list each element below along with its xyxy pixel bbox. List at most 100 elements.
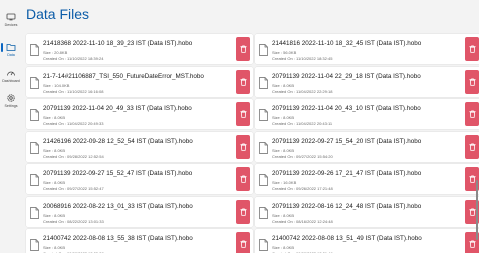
file-name: 21441816 2022-11-10 18_32_45 IST (Data I… bbox=[272, 40, 422, 47]
file-name: 20791139 2022-08-16 12_24_48 IST (Data I… bbox=[272, 202, 422, 210]
file-created-date: Created On : 09/27/2022 15:54:20 bbox=[272, 153, 333, 159]
file-card[interactable]: 21441816 2022-11-10 18_32_45 IST (Data I… bbox=[255, 34, 479, 64]
file-name: 20791139 2022-09-27 15_54_20 IST (Data I… bbox=[272, 137, 422, 145]
trash-icon bbox=[240, 175, 247, 183]
trash-icon bbox=[240, 142, 247, 151]
file-size: Size : 8.0KB bbox=[272, 245, 295, 250]
delete-button[interactable] bbox=[465, 134, 479, 159]
file-size: Size : 56.0KB bbox=[272, 50, 297, 55]
file-size: Size : 20.8KB bbox=[43, 50, 68, 55]
file-created-date: Created On : 09/28/2022 12:52:54 bbox=[43, 153, 104, 159]
file-card[interactable]: 21418368 2022-11-10 18_39_23 IST (Data I… bbox=[26, 34, 253, 64]
file-size: Size : 8.0KB bbox=[43, 245, 66, 250]
file-icon bbox=[30, 173, 39, 186]
file-name: 20068916 2022-08-22 13_01_33 IST (Data I… bbox=[43, 202, 193, 210]
file-name: 21400742 2022-08-08 13_55_38 IST (Data I… bbox=[43, 235, 193, 242]
file-created-date: Created On : 11/04/2022 22:29:18 bbox=[272, 88, 333, 94]
file-icon bbox=[259, 141, 268, 154]
gear-icon bbox=[7, 94, 15, 102]
file-icon bbox=[30, 76, 39, 89]
nav-label-settings: Settings bbox=[4, 104, 18, 108]
file-name: 21418368 2022-11-10 18_39_23 IST (Data I… bbox=[43, 40, 193, 47]
file-card[interactable]: 21-7-14#21106887_TSI_550_FutureDateError… bbox=[26, 66, 253, 97]
delete-button[interactable] bbox=[236, 167, 250, 191]
file-size: Size : 8.0KB bbox=[43, 147, 66, 153]
file-card[interactable]: 20791139 2022-11-04 22_29_18 IST (Data I… bbox=[255, 66, 479, 97]
file-created-date: Created On : 11/10/2022 18:32:45 bbox=[272, 56, 333, 61]
nav-item-data[interactable]: Data bbox=[0, 40, 22, 62]
trash-icon bbox=[469, 77, 476, 86]
file-created-date: Created On : 09/27/2022 15:52:47 bbox=[43, 186, 104, 191]
nav-item-devices[interactable]: Devices bbox=[0, 10, 22, 32]
delete-button[interactable] bbox=[465, 37, 479, 61]
trash-icon bbox=[240, 45, 247, 53]
delete-button[interactable] bbox=[465, 102, 479, 126]
nav-label-devices: Devices bbox=[4, 23, 18, 27]
delete-button[interactable] bbox=[465, 69, 479, 94]
file-created-date: Created On : 11/10/2022 16:16:08 bbox=[43, 88, 104, 94]
file-name: 21-7-14#21106887_TSI_550_FutureDateError… bbox=[43, 72, 204, 80]
delete-button[interactable] bbox=[236, 102, 250, 126]
file-name: 21426196 2022-09-28 12_52_54 IST (Data I… bbox=[43, 137, 193, 145]
file-size: Size : 104.0KB bbox=[43, 82, 70, 88]
file-icon bbox=[259, 76, 268, 89]
file-icon bbox=[30, 238, 39, 251]
trash-icon bbox=[469, 142, 476, 151]
nav-label-dashboard: Dashboard bbox=[2, 79, 20, 83]
file-card[interactable]: 20791139 2022-11-04 20_43_10 IST (Data I… bbox=[255, 99, 479, 129]
file-card[interactable]: 20791139 2022-08-16 12_24_48 IST (Data I… bbox=[255, 196, 479, 227]
file-icon bbox=[30, 141, 39, 154]
file-name: 20791139 2022-09-26 17_21_47 IST (Data I… bbox=[272, 170, 422, 177]
file-icon bbox=[259, 173, 268, 186]
scrollbar[interactable] bbox=[476, 180, 478, 240]
file-size: Size : 8.0KB bbox=[272, 147, 295, 153]
page-title: Data Files bbox=[26, 6, 90, 22]
file-card[interactable]: 21400742 2022-08-08 13_55_38 IST (Data I… bbox=[26, 229, 253, 253]
delete-button[interactable] bbox=[236, 232, 250, 253]
file-name: 20791139 2022-11-04 22_29_18 IST (Data I… bbox=[272, 72, 421, 80]
file-size: Size : 8.0KB bbox=[272, 212, 295, 218]
file-card[interactable]: 20791139 2022-11-04 20_49_33 IST (Data I… bbox=[26, 99, 253, 129]
trash-icon bbox=[469, 207, 476, 216]
navigation-rail: Devices Data Dashboard Settings bbox=[0, 0, 22, 253]
delete-button[interactable] bbox=[236, 199, 250, 224]
file-icon bbox=[259, 43, 268, 56]
devices-icon bbox=[6, 13, 16, 21]
file-size: Size : 8.0KB bbox=[43, 180, 66, 185]
file-icon bbox=[259, 238, 268, 251]
file-icon bbox=[30, 43, 39, 56]
file-card[interactable]: 21400742 2022-08-08 13_51_49 IST (Data I… bbox=[255, 229, 479, 253]
trash-icon bbox=[469, 110, 476, 118]
file-size: Size : 8.0KB bbox=[272, 115, 295, 120]
nav-item-dashboard[interactable]: Dashboard bbox=[0, 66, 22, 88]
nav-label-data: Data bbox=[7, 53, 15, 57]
delete-button[interactable] bbox=[236, 69, 250, 94]
file-icon bbox=[30, 108, 39, 121]
file-name: 20791139 2022-09-27 15_52_47 IST (Data I… bbox=[43, 170, 193, 177]
file-card[interactable]: 21426196 2022-09-28 12_52_54 IST (Data I… bbox=[26, 131, 253, 162]
file-name: 21400742 2022-08-08 13_51_49 IST (Data I… bbox=[272, 235, 422, 242]
file-icon bbox=[30, 206, 39, 219]
file-size: Size : 8.0KB bbox=[43, 212, 66, 218]
file-name: 20791139 2022-11-04 20_49_33 IST (Data I… bbox=[43, 105, 192, 112]
delete-button[interactable] bbox=[236, 134, 250, 159]
file-created-date: Created On : 08/22/2022 13:01:33 bbox=[43, 218, 104, 224]
app-window: Devices Data Dashboard Settings Data Fil… bbox=[0, 0, 479, 253]
file-icon bbox=[259, 206, 268, 219]
file-card[interactable]: 20068916 2022-08-22 13_01_33 IST (Data I… bbox=[26, 196, 253, 227]
file-card[interactable]: 20791139 2022-09-27 15_52_47 IST (Data I… bbox=[26, 164, 253, 194]
trash-icon bbox=[240, 77, 247, 86]
file-created-date: Created On : 09/26/2022 17:21:48 bbox=[272, 186, 333, 191]
file-size: Size : 8.0KB bbox=[43, 115, 66, 120]
file-icon bbox=[259, 108, 268, 121]
trash-icon bbox=[240, 240, 247, 248]
file-card[interactable]: 20791139 2022-09-27 15_54_20 IST (Data I… bbox=[255, 131, 479, 162]
trash-icon bbox=[469, 240, 476, 248]
nav-item-settings[interactable]: Settings bbox=[0, 91, 22, 113]
folder-icon bbox=[6, 44, 16, 51]
file-created-date: Created On : 08/16/2022 12:24:48 bbox=[272, 218, 333, 224]
file-card[interactable]: 20791139 2022-09-26 17_21_47 IST (Data I… bbox=[255, 164, 479, 194]
file-size: Size : 8.0KB bbox=[272, 82, 295, 88]
delete-button[interactable] bbox=[236, 37, 250, 61]
file-size: Size : 16.0KB bbox=[272, 180, 297, 185]
